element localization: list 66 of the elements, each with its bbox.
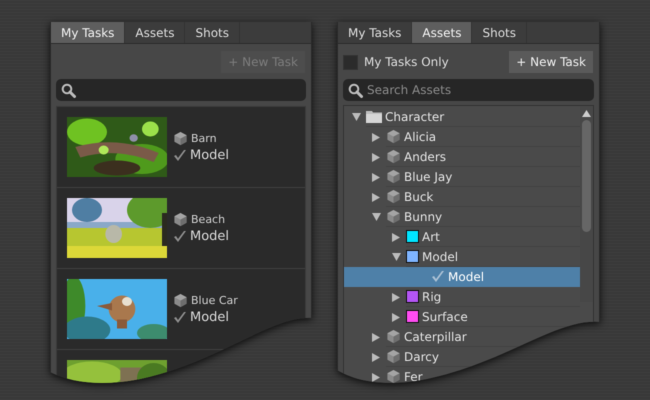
collapse-arrow-icon[interactable] — [372, 213, 381, 221]
asset-name: Beach — [191, 213, 226, 226]
task-card[interactable]: Beach Model — [57, 188, 305, 269]
expand-arrow-icon[interactable] — [392, 292, 400, 302]
tree-item[interactable]: Darcy — [404, 350, 439, 364]
cube-icon — [386, 369, 401, 384]
expand-arrow-icon[interactable] — [372, 192, 380, 202]
tree-item[interactable]: Rig — [422, 290, 442, 304]
asset-name: Blue Car — [191, 294, 238, 307]
tab[interactable]: Assets — [125, 22, 186, 43]
checkmark-icon — [173, 311, 187, 324]
cube-icon — [386, 329, 401, 344]
task-card[interactable]: Blue Car Model — [57, 269, 305, 350]
cube-icon — [386, 149, 401, 164]
cube-icon — [386, 349, 401, 364]
search-icon — [61, 82, 76, 98]
tree-item[interactable]: Model — [448, 270, 484, 284]
tree-item[interactable]: Caterpillar — [404, 330, 467, 344]
tab[interactable]: Assets — [412, 22, 472, 43]
collapse-arrow-icon[interactable] — [392, 253, 401, 261]
tree-item[interactable]: Art — [422, 230, 440, 244]
expand-arrow-icon[interactable] — [392, 312, 400, 322]
cube-icon — [386, 209, 401, 224]
collapse-arrow-icon[interactable] — [352, 113, 361, 121]
checkbox[interactable] — [343, 54, 358, 70]
folder-icon — [366, 110, 382, 123]
tree-item[interactable]: Bunny — [404, 210, 442, 224]
scroll-up-arrow-icon[interactable] — [582, 110, 591, 117]
tab[interactable]: My Tasks — [51, 22, 126, 43]
cube-icon — [386, 129, 401, 144]
search-field[interactable] — [56, 79, 306, 101]
tab[interactable]: Shots — [185, 22, 240, 43]
tree-item[interactable]: Alicia — [404, 130, 436, 144]
asset-name: Barn — [191, 132, 217, 145]
tree-item[interactable]: Anders — [404, 150, 446, 164]
cube-icon — [173, 293, 188, 308]
search-input[interactable]: Search Assets — [367, 83, 567, 97]
checkbox-label: My Tasks Only — [364, 55, 449, 69]
search-field[interactable]: Search Assets — [343, 79, 594, 101]
expand-arrow-icon[interactable] — [372, 332, 380, 342]
search-icon — [348, 82, 363, 98]
tree-item[interactable]: Character — [385, 110, 444, 124]
checkmark-icon — [431, 270, 445, 283]
expand-arrow-icon[interactable] — [372, 172, 380, 182]
tree-item[interactable]: Surface — [422, 310, 468, 324]
expand-arrow-icon[interactable] — [372, 372, 380, 382]
expand-arrow-icon[interactable] — [372, 132, 380, 142]
tree-item[interactable]: Buck — [404, 190, 434, 204]
checkmark-icon — [173, 230, 187, 243]
cube-icon — [386, 169, 401, 184]
new-task-button[interactable]: + New Task — [509, 51, 593, 73]
task-name: Model — [190, 229, 230, 244]
checkmark-icon — [173, 149, 187, 162]
tree-item[interactable]: Blue Jay — [404, 170, 452, 184]
tab[interactable]: Shots — [472, 22, 528, 43]
task-card[interactable]: Barn Model — [57, 107, 305, 188]
expand-arrow-icon[interactable] — [392, 232, 400, 242]
cube-icon — [386, 189, 401, 204]
tree-item[interactable]: Model — [422, 250, 458, 264]
task-name: Model — [190, 148, 230, 163]
expand-arrow-icon[interactable] — [372, 152, 380, 162]
cube-icon — [173, 212, 188, 227]
expand-arrow-icon[interactable] — [372, 352, 380, 362]
tree-item[interactable]: Fer — [404, 370, 423, 384]
cube-icon — [173, 131, 188, 146]
task-name: Model — [190, 310, 230, 325]
